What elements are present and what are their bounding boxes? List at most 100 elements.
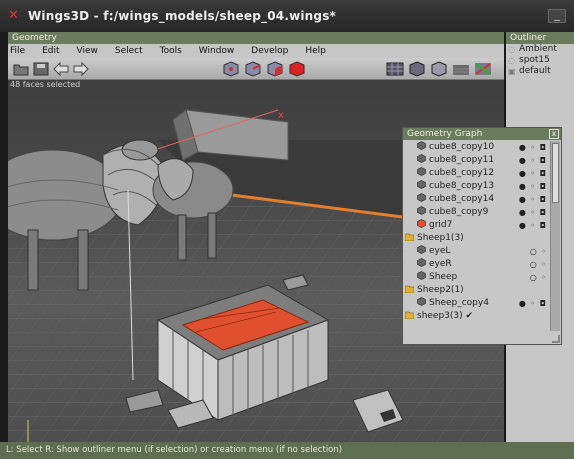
open-folder-icon[interactable] [12,61,30,77]
visibility-toggle-icons[interactable]: ○ ◦ [530,258,547,271]
graph-row-label: Sheep [429,272,458,282]
object-icon [417,297,426,306]
redo-arrow-icon[interactable] [72,61,90,77]
graph-row[interactable]: cube8_copy9 ● ◦ ◘ [403,206,549,219]
object-icon [417,245,426,254]
menu-develop[interactable]: Develop [251,46,288,56]
visibility-toggle-icons[interactable]: ● ◦ ◘ [519,167,547,180]
window-title: Wings3D - f:/wings_models/sheep_04.wings… [28,9,337,23]
graph-row-label: Sheep_copy4 [429,298,489,308]
grid-view-icon[interactable] [386,61,404,77]
visibility-toggle-icons[interactable]: ● ◦ ◘ [519,206,547,219]
graph-row[interactable]: Sheep ○ ◦ [403,271,549,284]
toolbar [8,58,504,80]
outliner-item-default[interactable]: ▣ default [506,66,574,77]
folder-icon [405,233,414,241]
graph-row[interactable]: eyeR ○ ◦ [403,258,549,271]
graph-row-label: cube8_copy9 [429,207,489,217]
visibility-toggle-icons[interactable]: ● ◦ ◘ [519,141,547,154]
graph-row[interactable]: cube8_copy10 ● ◦ ◘ [403,141,549,154]
visibility-toggle-icons[interactable]: ● ◦ ◘ [519,180,547,193]
ground-plane-icon[interactable] [452,61,470,77]
axis-x-label: x [278,110,284,121]
undo-arrow-icon[interactable] [52,61,70,77]
outliner-item-label: Ambient [519,44,557,54]
graph-row[interactable]: Sheep1(3) [403,232,549,245]
outliner-item-label: default [519,66,551,76]
object-icon [417,141,426,150]
outliner-item-ambient[interactable]: ◌ Ambient [506,44,574,55]
scrollbar-thumb[interactable] [552,143,559,203]
visibility-toggle-icons[interactable]: ● ◦ ◘ [519,297,547,310]
geometry-graph-list: cube8_copy10 ● ◦ ◘ cube8_copy11 ● ◦ ◘ cube8_… [403,141,549,323]
menu-select[interactable]: Select [115,46,143,56]
close-icon[interactable]: x [549,129,559,139]
graph-scrollbar[interactable] [550,141,560,331]
folder-icon [405,311,414,319]
menu-window[interactable]: Window [199,46,235,56]
object-icon [417,167,426,176]
graph-row-label: grid7 [429,220,453,230]
axes-icon[interactable] [474,61,492,77]
visibility-toggle-icons[interactable]: ● ◦ ◘ [519,219,547,232]
folder-icon [405,285,414,293]
outliner-item-spot15[interactable]: ◌ spot15 [506,55,574,66]
object-icon [417,271,426,280]
status-bar: L: Select R: Show outliner menu (if sele… [0,442,574,459]
graph-row-label: Sheep2(1) [417,285,464,295]
light-bulb-icon: ◌ [508,55,515,65]
smooth-shading-icon[interactable] [408,61,426,77]
geometry-panel-title: Geometry [8,32,504,44]
object-icon [417,154,426,163]
graph-row[interactable]: Sheep_copy4 ● ◦ ◘ [403,297,549,310]
resize-grip-icon[interactable] [552,335,560,343]
menu-view[interactable]: View [77,46,98,56]
outliner-item-label: spot15 [519,55,550,65]
visibility-toggle-icons[interactable]: ● ◦ ◘ [519,193,547,206]
graph-row[interactable]: sheep3(3) ✔ [403,310,549,323]
visibility-toggle-icons[interactable]: ○ ◦ [530,245,547,258]
outliner-panel-title: Outliner [506,32,574,44]
light-bulb-icon: ◌ [508,44,515,54]
graph-row[interactable]: cube8_copy13 ● ◦ ◘ [403,180,549,193]
object-icon [417,180,426,189]
visibility-toggle-icons[interactable]: ● ◦ ◘ [519,154,547,167]
graph-row[interactable]: Sheep2(1) [403,284,549,297]
body-mode-icon[interactable] [288,61,306,77]
graph-row[interactable]: cube8_copy12 ● ◦ ◘ [403,167,549,180]
material-icon: ▣ [508,66,516,76]
selection-status: 48 faces selected [10,80,81,89]
graph-row[interactable]: cube8_copy14 ● ◦ ◘ [403,193,549,206]
graph-row[interactable]: grid7 ● ◦ ◘ [403,219,549,232]
geometry-graph-window: Geometry Graph x cube8_copy10 ● ◦ ◘ cube8_… [402,127,562,345]
menu-help[interactable]: Help [305,46,326,56]
graph-row-label: cube8_copy13 [429,181,495,191]
graph-row[interactable]: eyeL ○ ◦ [403,245,549,258]
graph-row-label: eyeR [429,259,452,269]
visibility-toggle-icons[interactable]: ○ ◦ [530,271,547,284]
menu-tools[interactable]: Tools [160,46,182,56]
menu-edit[interactable]: Edit [42,46,59,56]
selected-object-icon [417,219,426,228]
face-mode-icon[interactable] [266,61,284,77]
graph-row[interactable]: cube8_copy11 ● ◦ ◘ [403,154,549,167]
graph-row-label: sheep3(3) ✔ [417,311,474,321]
vertex-mode-icon[interactable] [222,61,240,77]
object-icon [417,193,426,202]
window-title-bar: ✕ Wings3D - f:/wings_models/sheep_04.win… [0,0,574,32]
edge-mode-icon[interactable] [244,61,262,77]
object-icon [417,258,426,267]
graph-row-label: cube8_copy10 [429,142,495,152]
graph-row-label: Sheep1(3) [417,233,464,243]
wireframe-icon[interactable] [430,61,448,77]
graph-row-label: cube8_copy14 [429,194,495,204]
graph-row-label: cube8_copy12 [429,168,495,178]
geometry-graph-title: Geometry Graph [407,129,483,139]
graph-row-label: cube8_copy11 [429,155,495,165]
graph-row-label: eyeL [429,246,451,256]
wings3d-logo-icon: ✕ [8,8,19,23]
geometry-graph-title-bar[interactable]: Geometry Graph x [403,128,561,140]
save-icon[interactable] [32,61,50,77]
minimize-button[interactable]: _ [548,9,566,23]
menu-file[interactable]: File [10,46,25,56]
